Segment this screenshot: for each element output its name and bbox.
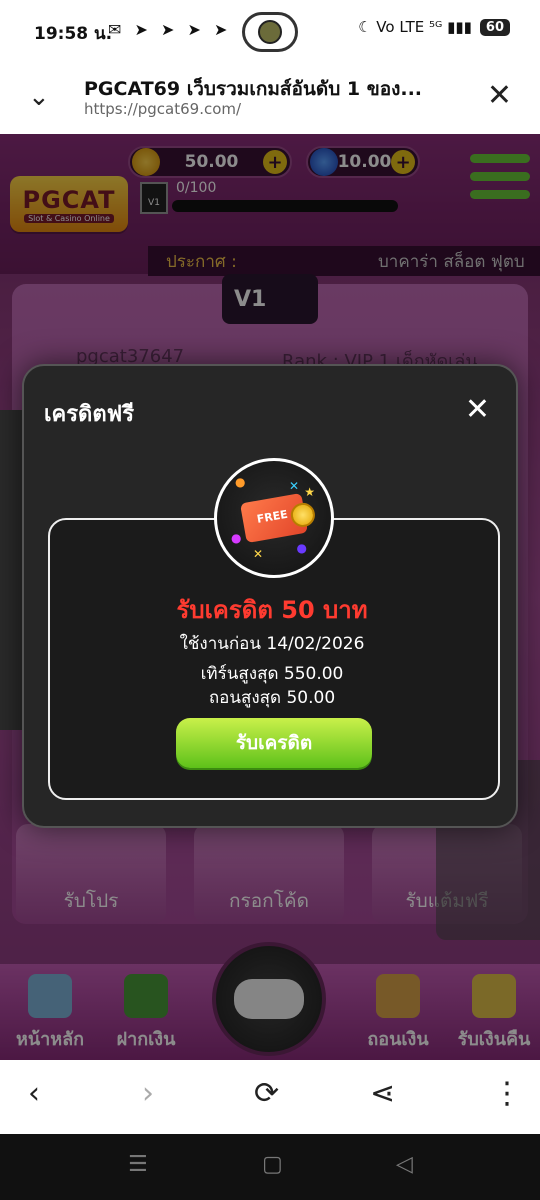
back-icon[interactable]: ‹ [28, 1076, 40, 1111]
status-bar: 19:58 น. ✉ ➤ ➤ ➤ ➤ ☾ Vo LTE ⁵ᴳ ▮▮▮ 60 [0, 0, 540, 64]
coin-icon [289, 501, 317, 529]
page-url[interactable]: https://pgcat69.com/ [84, 100, 241, 118]
recents-icon[interactable]: ☰ [128, 1152, 148, 1177]
sparkle-icon: ✕ [289, 479, 300, 493]
free-text: FREE [255, 507, 289, 526]
sparkle-icon: ✕ [253, 547, 264, 561]
forward-icon[interactable]: › [142, 1076, 154, 1111]
sparkle-icon: ● [235, 475, 246, 489]
more-icon[interactable]: ⋮ [492, 1076, 522, 1111]
free-credit-modal: เครดิตฟรี ✕ ● ✕ ★ ● ✕ ● FREE รับเครดิต 5… [22, 364, 518, 828]
free-credit-badge: ● ✕ ★ ● ✕ ● FREE [214, 458, 334, 578]
reload-icon[interactable]: ⟳ [254, 1076, 279, 1111]
sparkle-icon: ★ [304, 485, 315, 499]
claim-credit-button[interactable]: รับเครดิต [176, 718, 372, 768]
sparkle-icon: ● [296, 541, 307, 555]
chevron-down-icon[interactable]: ⌄ [28, 82, 50, 112]
max-turnover: เทิร์นสูงสุด 550.00 [200, 664, 344, 684]
system-indicators: ☾ Vo LTE ⁵ᴳ ▮▮▮ 60 [358, 18, 510, 36]
side-handle [0, 410, 22, 730]
close-icon[interactable]: ✕ [487, 78, 512, 113]
home-icon[interactable]: ▢ [262, 1152, 283, 1177]
sparkle-icon: ● [231, 531, 242, 545]
browser-toolbar: ‹ › ⟳ ⋖ ⋮ [0, 1060, 540, 1134]
notification-icons: ✉ ➤ ➤ ➤ ➤ [108, 20, 232, 39]
system-back-icon[interactable]: ◁ [396, 1152, 413, 1177]
signal-icons: ☾ Vo LTE ⁵ᴳ ▮▮▮ [358, 18, 472, 36]
browser-header: ⌄ PGCAT69 เว็บรวมเกมส์อันดับ 1 ของ... ht… [0, 64, 540, 134]
modal-title: เครดิตฟรี [44, 402, 135, 427]
credit-card-icon: FREE [239, 492, 317, 544]
share-icon[interactable]: ⋖ [370, 1076, 395, 1111]
max-withdraw: ถอนสูงสุด 50.00 [208, 688, 336, 708]
system-nav-bar: ☰ ▢ ◁ [0, 1134, 540, 1200]
camera-cutout-icon [242, 12, 298, 52]
credit-amount: รับเครดิต 50 บาท [176, 596, 368, 624]
close-icon[interactable]: ✕ [465, 392, 490, 427]
battery-icon: 60 [479, 18, 510, 36]
use-before-date: ใช้งานก่อน 14/02/2026 [179, 634, 365, 654]
clock: 19:58 น. [34, 24, 113, 44]
